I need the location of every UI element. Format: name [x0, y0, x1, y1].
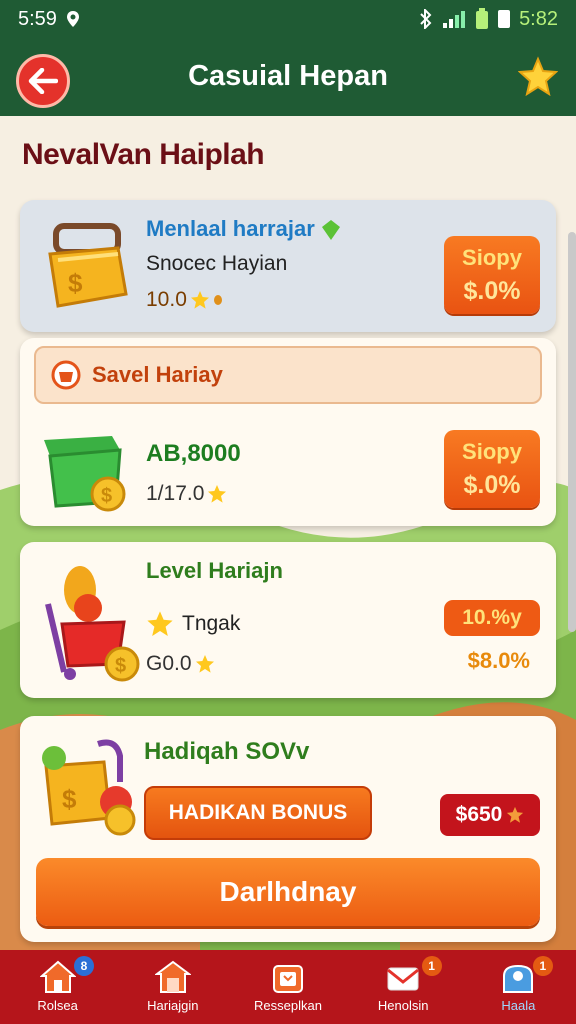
star-icon: [147, 611, 173, 637]
offer-card-2[interactable]: Savel Hariay $ AB,8000 1/17.0 Siopy $.0%: [20, 338, 556, 526]
star-icon: [195, 655, 214, 673]
offer-2-title: AB,8000: [146, 440, 241, 467]
star-icon: [190, 291, 209, 309]
gift-icon: [273, 965, 303, 993]
offer-3-subtitle: Tngak: [146, 610, 240, 638]
star-icon: [507, 806, 524, 823]
nav-label-mail: Henolsin: [377, 998, 429, 1013]
coin-icon: [213, 295, 222, 305]
status-time-right: 5:82: [519, 7, 558, 30]
offer-card-1[interactable]: $ Menlaal harrajar Snocec Hayian 10.0 Si…: [20, 200, 556, 332]
star-icon[interactable]: [518, 56, 558, 96]
nav-item-home[interactable]: 8 Rolsea: [0, 950, 115, 1024]
svg-text:$: $: [101, 485, 112, 507]
status-bar: 5:59 5:82: [0, 0, 576, 38]
nav-badge-home: 8: [74, 956, 94, 976]
offer-1-price: 10.0: [146, 288, 223, 312]
discount-pill[interactable]: 10.%y: [444, 600, 540, 636]
buy-button-2-value: $.0%: [463, 470, 521, 499]
star-icon: [208, 485, 227, 503]
level-banner-label: Savel Hariay: [92, 362, 223, 387]
nav-item-shop[interactable]: Hariajgin: [115, 950, 230, 1024]
bottom-navigation: 8 Rolsea Hariajgin Resseplkan 1 Henolsin…: [0, 950, 576, 1024]
nav-item-gift[interactable]: Resseplkan: [230, 950, 345, 1024]
buy-button-1-value: $.0%: [463, 276, 521, 305]
offer-3-value: $8.0%: [467, 648, 530, 673]
offer-card-3[interactable]: $ Level Hariajn Tngak G0.0 10.%y $8.0%: [20, 542, 556, 698]
shop-icon: [154, 960, 191, 993]
offer-1-title: Menlaal harrajar: [146, 216, 341, 242]
nav-badge-mail: 1: [421, 956, 442, 976]
gem-icon: [321, 220, 340, 241]
nav-label-home: Rolsea: [37, 998, 78, 1013]
scrollbar[interactable]: [568, 232, 576, 632]
offer-3-price: G0.0: [146, 652, 215, 676]
offer-3-title: Level Hariajn: [146, 558, 283, 583]
buy-button-2[interactable]: Siopy $.0%: [444, 430, 540, 508]
shopping-cart-icon: $: [45, 566, 140, 682]
battery-icon: [476, 8, 489, 29]
buy-button-2-label: Siopy: [462, 438, 522, 464]
app-header: Casuial Hepan: [0, 38, 576, 116]
sim-icon: [498, 10, 511, 28]
bonus-button[interactable]: HADIKAN BONUS: [144, 786, 372, 840]
offer-card-4[interactable]: $ Hadiqah SOVv HADIKAN BONUS $650 Darlhd…: [20, 716, 556, 942]
nav-label-shop: Hariajgin: [147, 998, 199, 1013]
svg-text:$: $: [68, 268, 83, 298]
nav-label-gift: Resseplkan: [254, 998, 322, 1013]
section-heading: NevalVan Haiplah: [22, 138, 265, 171]
location-icon: [66, 11, 79, 27]
offer-2-price: 1/17.0: [146, 482, 227, 506]
cup-icon: [51, 360, 81, 390]
status-time: 5:59: [18, 7, 57, 30]
price-badge[interactable]: $650: [440, 794, 540, 836]
treasure-chest-icon: $: [48, 223, 128, 308]
nav-item-profile[interactable]: 1 Haala: [461, 950, 576, 1024]
nav-item-mail[interactable]: 1 Henolsin: [346, 950, 461, 1024]
daily-claim-button[interactable]: Darlhdnay: [36, 858, 540, 926]
mail-icon: [387, 967, 420, 991]
green-crate-icon: $: [44, 436, 126, 512]
svg-text:$: $: [62, 784, 77, 814]
offer-4-title: Hadiqah SOVv: [144, 738, 310, 765]
level-banner[interactable]: Savel Hariay: [34, 346, 542, 404]
buy-button-1-label: Siopy: [462, 244, 522, 270]
home-icon: [39, 960, 76, 993]
nav-label-profile: Haala: [501, 998, 536, 1013]
nav-badge-profile: 1: [532, 956, 553, 976]
offer-1-subtitle: Snocec Hayian: [146, 252, 288, 275]
svg-text:$: $: [115, 655, 126, 677]
buy-button-1[interactable]: Siopy $.0%: [444, 236, 540, 314]
profile-icon: [503, 964, 534, 993]
signal-icon: [443, 11, 466, 28]
bluetooth-icon: [420, 9, 432, 29]
page-title: Casuial Hepan: [188, 60, 388, 92]
gift-chest-icon: $: [42, 739, 136, 836]
